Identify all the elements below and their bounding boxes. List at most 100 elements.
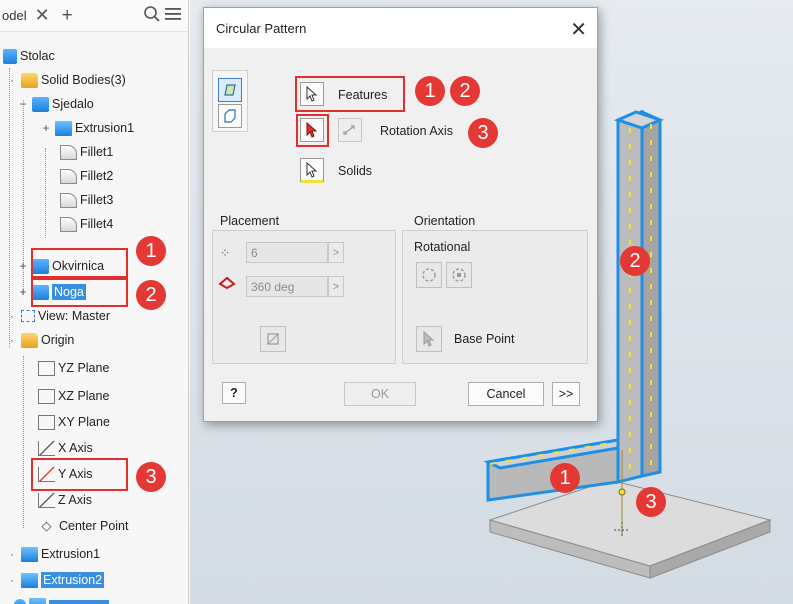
- expander-icon[interactable]: ·: [6, 73, 18, 87]
- annotation-marker-3: 3: [136, 462, 166, 492]
- search-icon[interactable]: [143, 5, 161, 26]
- plane-icon: [38, 360, 55, 376]
- angle-expand-button[interactable]: >: [328, 276, 344, 297]
- tree-item-fillet1[interactable]: Fillet1: [60, 140, 113, 164]
- tree-line: [45, 148, 46, 238]
- count-icon: ⁘: [220, 246, 231, 260]
- tree-item-fillet3[interactable]: Fillet3: [60, 188, 113, 212]
- tree-item-label: Center Point: [59, 519, 129, 533]
- tree-item-sjedalo[interactable]: − Sjedalo: [17, 92, 94, 116]
- ok-button[interactable]: OK: [344, 382, 416, 406]
- tree-item-extrusion2[interactable]: · Extrusion2: [6, 568, 105, 592]
- fillet-icon: [60, 144, 77, 160]
- tree-item-label: Extrusion1: [75, 121, 135, 135]
- tree-item-label-hidden: [49, 600, 109, 604]
- annotation-marker-3: 3: [636, 487, 666, 517]
- tree-item-label: Extrusion2: [41, 572, 105, 588]
- count-expand-button[interactable]: >: [328, 242, 344, 263]
- model-tab-label[interactable]: odel: [2, 8, 27, 23]
- part-icon: [3, 48, 17, 64]
- tree-item-label: Sjedalo: [52, 97, 94, 111]
- expander-icon[interactable]: ·: [6, 309, 18, 323]
- circular-pattern-dialog: Circular Pattern ✕ Features Rotation Axi…: [203, 7, 598, 422]
- expander-icon[interactable]: ·: [6, 573, 18, 587]
- axis-icon: [38, 440, 55, 456]
- help-button[interactable]: ?: [222, 382, 246, 404]
- tree-item-root[interactable]: Stolac: [3, 44, 55, 68]
- close-tab-icon[interactable]: ✕: [35, 5, 50, 26]
- fillet-icon: [60, 192, 77, 208]
- tree-item-label: Origin: [41, 333, 75, 347]
- model-browser: odel ✕ + Stolac · Solid Bodies(3) − Sjed…: [0, 0, 189, 604]
- tree-item-xz-plane[interactable]: XZ Plane: [38, 384, 109, 408]
- cancel-button[interactable]: Cancel: [468, 382, 544, 406]
- annotation-marker-1: 1: [136, 236, 166, 266]
- close-icon[interactable]: ✕: [570, 17, 587, 42]
- tree-item-view-master[interactable]: · View: Master: [6, 304, 110, 328]
- expand-icon[interactable]: +: [40, 121, 52, 135]
- fixed-icon: [452, 268, 466, 282]
- tree-item-label: Fillet1: [80, 145, 114, 159]
- annotation-marker-3: 3: [468, 118, 498, 148]
- plane-icon: [38, 388, 55, 404]
- expand-icon[interactable]: +: [17, 285, 29, 299]
- tree-item-label: Extrusion1: [41, 547, 101, 561]
- tree-item-label: Z Axis: [58, 493, 93, 507]
- extrusion-icon: [55, 120, 72, 136]
- tree-item-extrusion1-b[interactable]: · Extrusion1: [6, 542, 100, 566]
- tree-item-extrusion1[interactable]: + Extrusion1: [40, 116, 134, 140]
- fixed-button[interactable]: [446, 262, 472, 288]
- tree-item-solid-bodies[interactable]: · Solid Bodies(3): [6, 68, 126, 92]
- rotation-axis-label: Rotation Axis: [380, 124, 453, 138]
- solids-select-button[interactable]: [300, 158, 324, 182]
- pattern-solid-mode-button[interactable]: [218, 104, 242, 128]
- orientation-label: Orientation: [414, 214, 476, 228]
- tree-item-label: YZ Plane: [58, 361, 110, 375]
- tree-item-z-axis[interactable]: Z Axis: [38, 488, 92, 512]
- browser-tab-bar: odel ✕ +: [0, 0, 188, 32]
- folder-icon: [21, 332, 38, 348]
- tree-item-label: Solid Bodies(3): [41, 73, 126, 87]
- tree-item-x-axis[interactable]: X Axis: [38, 436, 93, 460]
- column-side: [640, 109, 662, 478]
- collapse-icon[interactable]: −: [17, 97, 29, 111]
- base-point-select-button[interactable]: [416, 326, 442, 352]
- tree-item-xy-plane[interactable]: XY Plane: [38, 410, 110, 434]
- hamburger-menu-icon[interactable]: [165, 7, 181, 24]
- fillet-icon: [60, 216, 77, 232]
- tree-item-fillet4[interactable]: Fillet4: [60, 212, 113, 236]
- tree-item-yz-plane[interactable]: YZ Plane: [38, 356, 109, 380]
- folder-icon: [21, 72, 38, 88]
- rotational-icon: [422, 268, 436, 282]
- count-field[interactable]: 6: [246, 242, 328, 263]
- solid-body-icon: [14, 599, 26, 604]
- flip-direction-button[interactable]: [338, 118, 362, 142]
- expander-icon[interactable]: ·: [6, 333, 18, 347]
- flip-icon: [343, 125, 355, 135]
- rotational-label: Rotational: [414, 240, 471, 254]
- annotation-box-noga: [31, 278, 128, 307]
- annotation-marker-2: 2: [136, 280, 166, 310]
- tree-item-label: XZ Plane: [58, 389, 110, 403]
- annotation-marker-2: 2: [620, 246, 650, 276]
- features-icon: [224, 84, 236, 96]
- tree-item-fillet2[interactable]: Fillet2: [60, 164, 113, 188]
- extrusion-icon: [21, 546, 38, 562]
- solids-label: Solids: [338, 164, 373, 178]
- fillet-icon: [60, 168, 77, 184]
- expand-icon[interactable]: +: [17, 259, 29, 273]
- solids-indicator: [301, 180, 323, 183]
- angle-field[interactable]: 360 deg: [246, 276, 328, 297]
- solid-body-icon: [32, 96, 49, 112]
- add-tab-button[interactable]: +: [62, 5, 73, 27]
- annotation-marker-2: 2: [450, 76, 480, 106]
- tree-item-origin[interactable]: · Origin: [6, 328, 74, 352]
- rotational-button[interactable]: [416, 262, 442, 288]
- more-options-button[interactable]: >>: [552, 382, 580, 406]
- expander-icon[interactable]: ·: [6, 547, 18, 561]
- axis-point: [618, 488, 626, 496]
- midplane-button[interactable]: [260, 326, 286, 352]
- extrusion-icon: [29, 597, 46, 604]
- pattern-features-mode-button[interactable]: [218, 78, 242, 102]
- tree-item-center-point[interactable]: ◇ Center Point: [38, 514, 129, 538]
